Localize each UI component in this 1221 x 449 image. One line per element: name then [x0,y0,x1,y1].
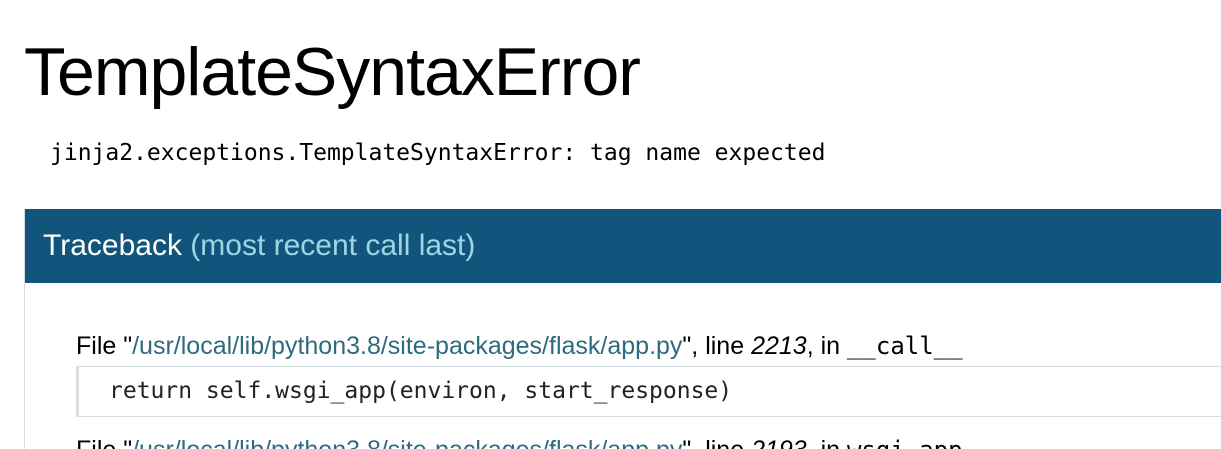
traceback-header: Traceback (most recent call last) [25,209,1221,283]
error-message: jinja2.exceptions.TemplateSyntaxError: t… [50,140,826,166]
traceback-label: Traceback [43,229,182,262]
frame-filename[interactable]: /usr/local/lib/python3.8/site-packages/f… [132,436,682,449]
frame-line-number: 2213 [751,332,807,360]
frame-file-prefix: File " [76,332,133,360]
frame-line-number: 2193 [751,436,807,449]
page-title: TemplateSyntaxError [24,34,641,110]
frame-function-name: __call__ [846,332,963,360]
traceback-frame-line: File "/usr/local/lib/python3.8/site-pack… [76,330,963,362]
frame-line-separator: ", line [682,436,751,449]
frame-function-name: wsgi_app [847,436,963,449]
frame-in-separator: , in [807,436,847,449]
frame-in-separator: , in [806,332,847,360]
frame-source-code[interactable]: return self.wsgi_app(environ, start_resp… [76,366,1221,417]
frame-filename[interactable]: /usr/local/lib/python3.8/site-packages/f… [132,332,682,360]
traceback-note: (most recent call last) [190,229,476,262]
frame-line-separator: ", line [682,332,752,360]
traceback-frame-line: File "/usr/local/lib/python3.8/site-pack… [76,434,963,449]
frame-file-prefix: File " [76,436,132,449]
